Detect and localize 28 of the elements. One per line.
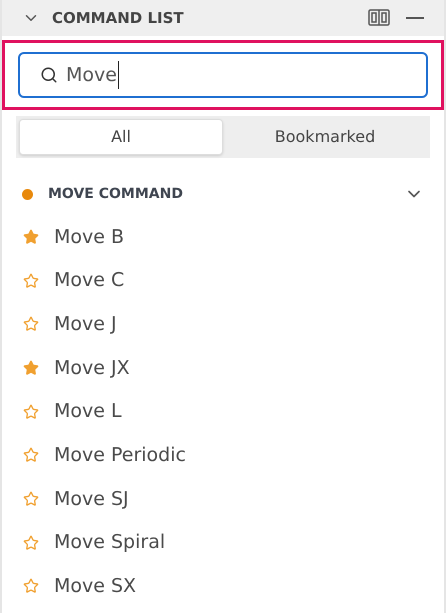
- panel-title: COMMAND LIST: [52, 8, 184, 29]
- search-icon: [40, 66, 58, 84]
- filter-tab[interactable]: Bookmarked: [223, 119, 427, 155]
- command-item[interactable]: Move C: [54, 266, 124, 295]
- search-value: Move: [66, 60, 119, 90]
- star-icon[interactable]: [23, 578, 39, 594]
- minus-icon: [406, 17, 424, 19]
- command-item[interactable]: Move J: [54, 310, 117, 338]
- command-item[interactable]: Move JX: [54, 354, 130, 382]
- star-icon[interactable]: [23, 272, 39, 289]
- command-item[interactable]: Move Periodic: [54, 441, 186, 470]
- group-title: MOVE COMMAND: [48, 184, 183, 204]
- command-item[interactable]: Move Spiral: [54, 528, 166, 557]
- star-icon[interactable]: [23, 316, 39, 332]
- split-view-button[interactable]: [368, 9, 390, 27]
- filled-star-icon[interactable]: [23, 360, 39, 376]
- star-icon[interactable]: [23, 490, 39, 507]
- star-icon[interactable]: [23, 534, 39, 551]
- command-item[interactable]: Move L: [54, 397, 122, 426]
- filter-tab[interactable]: All: [19, 119, 223, 155]
- filled-star-icon[interactable]: [23, 228, 39, 245]
- command-item[interactable]: Move B: [54, 222, 124, 252]
- book-icon: [368, 9, 390, 27]
- star-icon[interactable]: [23, 404, 39, 420]
- command-item[interactable]: Move SJ: [54, 484, 129, 514]
- command-item[interactable]: Move SX: [54, 572, 136, 601]
- search-field[interactable]: Move: [18, 52, 428, 98]
- star-icon[interactable]: [23, 447, 39, 464]
